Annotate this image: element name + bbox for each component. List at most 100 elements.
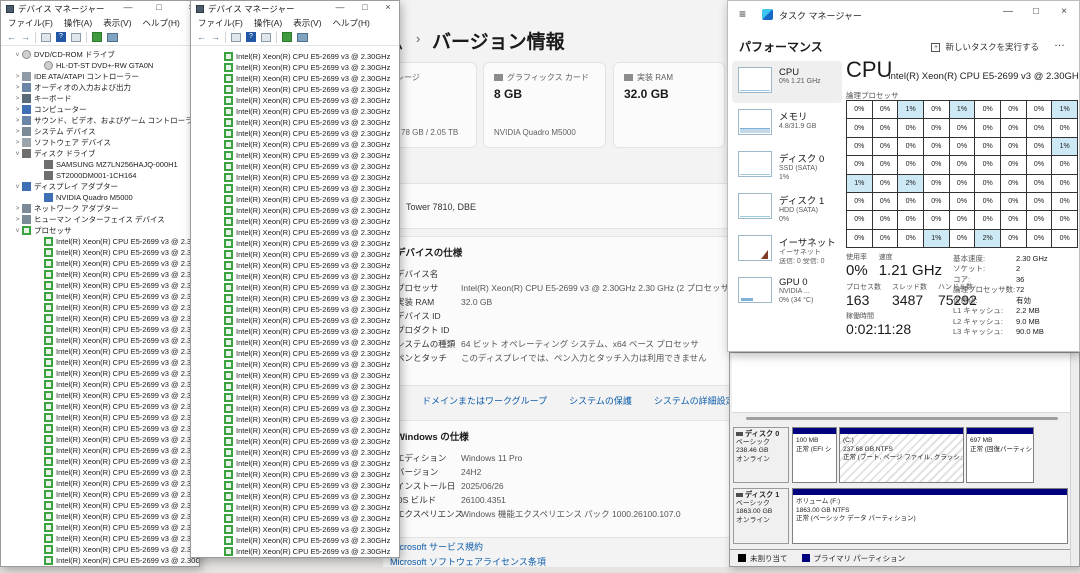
tree-item[interactable]: Intel(R) Xeon(R) CPU E5-2699 v3 @ 2.30GH… [1, 478, 199, 489]
tree-item[interactable]: SAMSUNG MZ7LN256HAJQ-000H1 [1, 159, 199, 170]
maximize-button[interactable]: □ [358, 2, 372, 12]
tm-sidebar-item[interactable]: CPU 0% 1.21 GHz [732, 61, 842, 103]
tree-item[interactable]: Intel(R) Xeon(R) CPU E5-2699 v3 @ 2.30GH… [1, 467, 199, 478]
tree-item[interactable]: Intel(R) Xeon(R) CPU E5-2699 v3 @ 2.30GH… [191, 293, 399, 304]
expander-icon[interactable]: > [13, 95, 22, 102]
devices-icon[interactable] [107, 32, 118, 42]
tree-item[interactable]: Intel(R) Xeon(R) CPU E5-2699 v3 @ 2.30GH… [191, 469, 399, 480]
tree-item[interactable]: Intel(R) Xeon(R) CPU E5-2699 v3 @ 2.30GH… [1, 258, 199, 269]
horizontal-scrollbar[interactable] [746, 417, 1058, 420]
scan-hardware-icon[interactable] [282, 32, 292, 42]
tree-item[interactable]: Intel(R) Xeon(R) CPU E5-2699 v3 @ 2.30GH… [191, 183, 399, 194]
tree-item[interactable]: Intel(R) Xeon(R) CPU E5-2699 v3 @ 2.30GH… [1, 302, 199, 313]
tree-item[interactable]: Intel(R) Xeon(R) CPU E5-2699 v3 @ 2.30GH… [1, 489, 199, 500]
tree-item[interactable]: Intel(R) Xeon(R) CPU E5-2699 v3 @ 2.30GH… [1, 269, 199, 280]
tree-item[interactable]: Intel(R) Xeon(R) CPU E5-2699 v3 @ 2.30GH… [191, 513, 399, 524]
tree-item[interactable]: Intel(R) Xeon(R) CPU E5-2699 v3 @ 2.30GH… [1, 423, 199, 434]
menu-item[interactable]: ファイル(F) [198, 17, 243, 29]
tree-item[interactable]: Intel(R) Xeon(R) CPU E5-2699 v3 @ 2.30GH… [191, 348, 399, 359]
help-icon[interactable]: ? [246, 32, 256, 42]
hamburger-menu-icon[interactable]: ≡ [739, 7, 746, 21]
tree-item[interactable]: > IDE ATA/ATAPI コントローラー [1, 71, 199, 82]
tm-sidebar-item[interactable]: メモリ 4.8/31.9 GB [732, 103, 842, 145]
tree-item[interactable]: Intel(R) Xeon(R) CPU E5-2699 v3 @ 2.30GH… [191, 502, 399, 513]
tree-item[interactable]: Intel(R) Xeon(R) CPU E5-2699 v3 @ 2.30GH… [1, 335, 199, 346]
close-button[interactable]: × [381, 2, 395, 12]
menu-item[interactable]: ファイル(F) [8, 17, 53, 29]
tree-item[interactable]: Intel(R) Xeon(R) CPU E5-2699 v3 @ 2.30GH… [191, 403, 399, 414]
expander-icon[interactable]: v [13, 227, 22, 234]
tree-item[interactable]: Intel(R) Xeon(R) CPU E5-2699 v3 @ 2.30GH… [1, 533, 199, 544]
expander-icon[interactable]: > [13, 139, 22, 146]
tree-item[interactable]: Intel(R) Xeon(R) CPU E5-2699 v3 @ 2.30GH… [1, 379, 199, 390]
tree-item[interactable]: Intel(R) Xeon(R) CPU E5-2699 v3 @ 2.30GH… [191, 524, 399, 535]
logical-processors-grid[interactable]: 0% 0% 1% 0% 1% 0% 0% 0% 1% 0% 0% 0% 0% 0% 0% 0% 0% 0% 0% 0%… [846, 100, 1078, 248]
tree-item[interactable]: > サウンド、ビデオ、およびゲーム コントローラー [1, 115, 199, 126]
tree-item[interactable]: Intel(R) Xeon(R) CPU E5-2699 v3 @ 2.30GH… [1, 313, 199, 324]
tree-item[interactable]: Intel(R) Xeon(R) CPU E5-2699 v3 @ 2.30GH… [191, 73, 399, 84]
tree-item[interactable]: Intel(R) Xeon(R) CPU E5-2699 v3 @ 2.30GH… [191, 205, 399, 216]
tree-item[interactable]: Intel(R) Xeon(R) CPU E5-2699 v3 @ 2.30GH… [1, 368, 199, 379]
tm-sidebar-item[interactable]: ディスク 0 SSD (SATA) 1% [732, 145, 842, 187]
tree-item[interactable]: Intel(R) Xeon(R) CPU E5-2699 v3 @ 2.30GH… [191, 62, 399, 73]
minimize-button[interactable]: — [999, 6, 1017, 17]
tree-item[interactable]: Intel(R) Xeon(R) CPU E5-2699 v3 @ 2.30GH… [191, 238, 399, 249]
tree-item[interactable]: Intel(R) Xeon(R) CPU E5-2699 v3 @ 2.30GH… [191, 128, 399, 139]
tree-item[interactable]: Intel(R) Xeon(R) CPU E5-2699 v3 @ 2.30GH… [191, 480, 399, 491]
tm-titlebar[interactable]: ≡ タスク マネージャー — □ × [728, 1, 1079, 29]
tree-item[interactable]: Intel(R) Xeon(R) CPU E5-2699 v3 @ 2.30GH… [1, 346, 199, 357]
tree-item[interactable]: Intel(R) Xeon(R) CPU E5-2699 v3 @ 2.30GH… [1, 511, 199, 522]
tree-item[interactable]: > コンピューター [1, 104, 199, 115]
tree-item[interactable]: Intel(R) Xeon(R) CPU E5-2699 v3 @ 2.30GH… [1, 412, 199, 423]
tree-item[interactable]: Intel(R) Xeon(R) CPU E5-2699 v3 @ 2.30GH… [191, 95, 399, 106]
tree-item[interactable]: Intel(R) Xeon(R) CPU E5-2699 v3 @ 2.30GH… [191, 150, 399, 161]
volume-list-area[interactable] [732, 353, 1070, 413]
windows-spec-card[interactable]: Windows の仕様 エディション Windows 11 Pro バージョン 24H… [388, 420, 732, 538]
expander-icon[interactable]: v [13, 51, 22, 58]
tree-item[interactable]: Intel(R) Xeon(R) CPU E5-2699 v3 @ 2.30GH… [191, 172, 399, 183]
forward-icon[interactable]: → [211, 32, 220, 42]
menu-item[interactable]: 表示(V) [293, 17, 321, 29]
tree-item[interactable]: Intel(R) Xeon(R) CPU E5-2699 v3 @ 2.30GH… [191, 491, 399, 502]
dm2-titlebar[interactable]: デバイス マネージャー — □ × [191, 1, 399, 16]
tree-item[interactable]: Intel(R) Xeon(R) CPU E5-2699 v3 @ 2.30GH… [191, 546, 399, 557]
tree-item[interactable]: Intel(R) Xeon(R) CPU E5-2699 v3 @ 2.30GH… [191, 535, 399, 546]
tree-item[interactable]: v ディスプレイ アダプター [1, 181, 199, 192]
menu-item[interactable]: ヘルプ(H) [143, 17, 180, 29]
expander-icon[interactable]: v [13, 183, 22, 190]
tm-sidebar-item[interactable]: GPU 0 NVIDIA ... 0% (34 °C) [732, 271, 842, 313]
tree-item[interactable]: Intel(R) Xeon(R) CPU E5-2699 v3 @ 2.30GH… [191, 161, 399, 172]
tree-item[interactable]: Intel(R) Xeon(R) CPU E5-2699 v3 @ 2.30GH… [1, 357, 199, 368]
tree-item[interactable]: Intel(R) Xeon(R) CPU E5-2699 v3 @ 2.30GH… [191, 139, 399, 150]
tm-sidebar-item[interactable]: ディスク 1 HDD (SATA) 0% [732, 187, 842, 229]
menu-item[interactable]: 操作(A) [254, 17, 282, 29]
tree-item[interactable]: Intel(R) Xeon(R) CPU E5-2699 v3 @ 2.30GH… [191, 271, 399, 282]
menu-item[interactable]: 操作(A) [64, 17, 92, 29]
related-link[interactable]: ドメインまたはワークグループ [422, 396, 547, 406]
devices-icon[interactable] [297, 32, 308, 42]
tree-item[interactable]: Intel(R) Xeon(R) CPU E5-2699 v3 @ 2.30GH… [191, 282, 399, 293]
storage-card[interactable]: ストレージ 78 GB / 2.05 TB [388, 62, 477, 148]
maximize-button[interactable]: □ [152, 2, 166, 12]
tree-item[interactable]: Intel(R) Xeon(R) CPU E5-2699 v3 @ 2.30GH… [191, 370, 399, 381]
tree-item[interactable]: HL-DT-ST DVD+-RW GTA0N [1, 60, 199, 71]
maximize-button[interactable]: □ [1027, 6, 1045, 17]
tree-item[interactable]: v プロセッサ [1, 225, 199, 236]
tree-item[interactable]: Intel(R) Xeon(R) CPU E5-2699 v3 @ 2.30GH… [1, 544, 199, 555]
tree-item[interactable]: Intel(R) Xeon(R) CPU E5-2699 v3 @ 2.30GH… [1, 500, 199, 511]
tree-item[interactable]: > ソフトウェア デバイス [1, 137, 199, 148]
tree-item[interactable]: Intel(R) Xeon(R) CPU E5-2699 v3 @ 2.30GH… [1, 291, 199, 302]
tree-item[interactable]: Intel(R) Xeon(R) CPU E5-2699 v3 @ 2.30GH… [191, 216, 399, 227]
expander-icon[interactable]: > [13, 117, 22, 124]
tree-item[interactable]: Intel(R) Xeon(R) CPU E5-2699 v3 @ 2.30GH… [191, 447, 399, 458]
tree-item[interactable]: Intel(R) Xeon(R) CPU E5-2699 v3 @ 2.30GH… [1, 390, 199, 401]
dm1-titlebar[interactable]: デバイス マネージャー — □ × [1, 1, 199, 16]
run-new-task-button[interactable]: + 新しいタスクを実行する [931, 41, 1039, 53]
tree-item[interactable]: Intel(R) Xeon(R) CPU E5-2699 v3 @ 2.30GH… [191, 51, 399, 62]
back-icon[interactable]: ← [197, 32, 206, 42]
tree-item[interactable]: Intel(R) Xeon(R) CPU E5-2699 v3 @ 2.30GH… [1, 456, 199, 467]
tree-item[interactable]: Intel(R) Xeon(R) CPU E5-2699 v3 @ 2.30GH… [191, 194, 399, 205]
console-tree-icon[interactable] [41, 32, 51, 42]
disk-label-panel[interactable]: ディスク 0 ベーシック 238.46 GB オンライン [733, 427, 789, 483]
console-tree-icon[interactable] [231, 32, 241, 42]
